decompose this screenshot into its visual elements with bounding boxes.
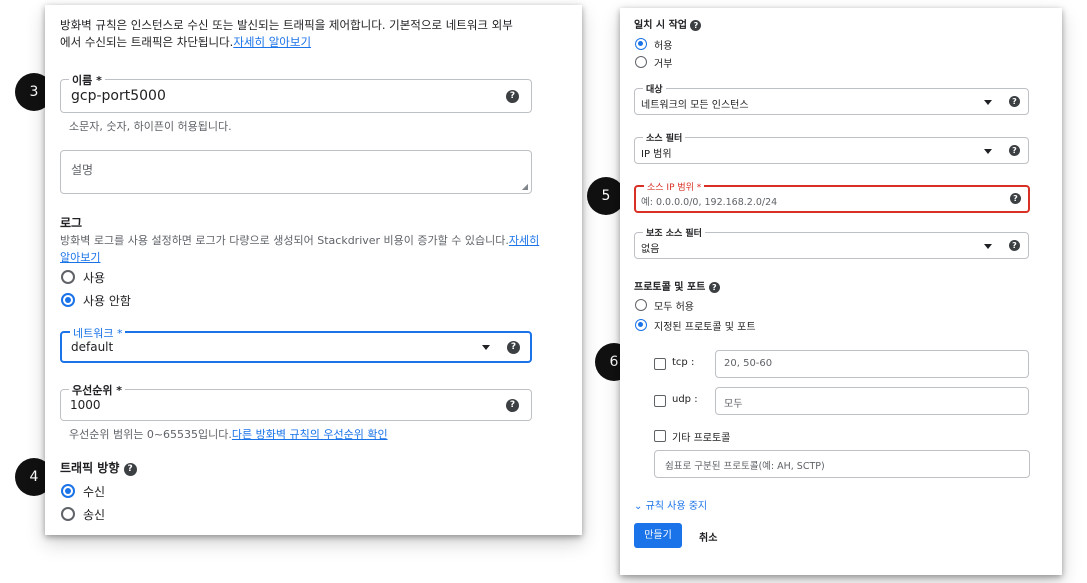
udp-ports-input[interactable]: 모두 [715,387,1029,415]
priority-check-link[interactable]: 다른 방화벽 규칙의 우선순위 확인 [232,428,388,441]
log-desc-text: 방화벽 로그를 사용 설정하면 로그가 다량으로 생성되어 Stackdrive… [60,234,509,247]
help-icon[interactable]: ? [506,399,519,412]
help-icon[interactable]: ? [1009,96,1020,107]
log-on-label: 사용 [83,271,106,285]
chevron-down-icon: ⌄ [634,501,643,512]
log-off-radio[interactable] [61,293,75,307]
other-protocols-label: 기타 프로토콜 [672,433,731,444]
other-protocols-placeholder: 쉼표로 구분된 프로토콜(예: AH, SCTP) [665,461,825,472]
description-placeholder: 설명 [71,163,94,177]
log-heading: 로그 [60,216,83,230]
target-select[interactable]: 대상 네트워크의 모든 인스턴스 ? [634,82,1029,115]
proto-heading-text: 프로토콜 및 포트 [634,282,706,293]
source-ip-range-label: 소스 IP 범위 * [644,180,705,193]
help-icon[interactable]: ? [690,20,702,31]
help-icon[interactable]: ? [1010,193,1021,204]
action-allow-radio[interactable] [635,38,647,50]
name-field-value[interactable]: gcp-port5000 [71,88,166,104]
intro-line-2-wrap: 에서 수신되는 트래픽은 차단됩니다.자세히 알아보기 [60,34,570,51]
action-heading-text: 일치 시 작업 [634,20,687,31]
resize-handle-icon[interactable]: ◢ [522,182,528,191]
action-deny-label: 거부 [654,59,673,70]
direction-heading-text: 트래픽 방향 [60,461,120,475]
create-button[interactable]: 만들기 [634,523,682,548]
intro-text: 방화벽 규칙은 인스턴스로 수신 또는 발신되는 트래픽을 제어합니다. 기본적… [60,17,570,51]
disable-rule-toggle[interactable]: ⌄ 규칙 사용 중지 [634,497,707,512]
log-on-radio[interactable] [61,270,75,284]
name-field-label: 이름 * [69,72,105,88]
log-learn-more-link-cont[interactable]: 알아보기 [60,249,100,265]
network-select-value: default [71,340,114,354]
priority-field-label: 우선순위 * [69,382,126,398]
firewall-form-right-panel: 일치 시 작업 ? 허용 거부 대상 네트워크의 모든 인스턴스 ? 소스 필터… [620,8,1062,575]
name-hint: 소문자, 숫자, 하이픈이 허용됩니다. [69,120,232,133]
chevron-down-icon[interactable] [984,149,992,154]
help-icon[interactable]: ? [123,463,137,476]
learn-more-link[interactable]: 자세히 알아보기 [233,35,311,49]
help-icon[interactable]: ? [507,341,520,354]
action-deny-radio[interactable] [635,56,647,68]
tcp-ports-value: 20, 50-60 [724,358,773,369]
direction-ingress-radio[interactable] [61,484,75,498]
action-heading: 일치 시 작업 ? [634,16,702,31]
network-select-label: 네트워크 * [70,325,126,341]
target-select-label: 대상 [643,82,666,95]
other-protocols-input[interactable]: 쉼표로 구분된 프로토콜(예: AH, SCTP) [654,450,1030,478]
help-icon[interactable]: ? [1009,240,1020,251]
chevron-down-icon[interactable] [482,345,490,350]
description-field[interactable]: 설명 ◢ [60,150,532,194]
tcp-checkbox[interactable] [654,358,666,370]
priority-hint: 우선순위 범위는 0~65535입니다.다른 방화벽 규칙의 우선순위 확인 [69,426,388,442]
disable-rule-label: 규칙 사용 중지 [645,501,708,512]
cancel-button[interactable]: 취소 [699,529,717,544]
chevron-down-icon[interactable] [984,100,992,105]
intro-line-1: 방화벽 규칙은 인스턴스로 수신 또는 발신되는 트래픽을 제어합니다. 기본적… [60,18,513,32]
priority-field[interactable]: 우선순위 * 1000 ? [60,382,532,421]
action-allow-label: 허용 [654,41,673,52]
secondary-filter-value: 없음 [641,244,660,255]
direction-egress-radio[interactable] [61,507,75,521]
log-learn-more-link[interactable]: 자세히 [509,234,539,247]
source-filter-value: IP 범위 [641,149,672,160]
secondary-filter-label: 보조 소스 필터 [643,226,705,239]
secondary-source-filter-select[interactable]: 보조 소스 필터 없음 ? [634,226,1029,259]
target-select-value: 네트워크의 모든 인스턴스 [641,100,749,111]
proto-heading: 프로토콜 및 포트 ? [634,278,720,293]
tcp-ports-input[interactable]: 20, 50-60 [715,350,1029,378]
help-icon[interactable]: ? [708,282,720,293]
udp-label: udp : [672,394,698,405]
intro-line-2: 에서 수신되는 트래픽은 차단됩니다. [60,35,234,49]
priority-field-value[interactable]: 1000 [70,398,101,412]
proto-all-radio[interactable] [635,299,647,311]
priority-hint-text: 우선순위 범위는 0~65535입니다. [69,428,232,441]
proto-specified-label: 지정된 프로토콜 및 포트 [654,322,756,333]
direction-ingress-label: 수신 [83,485,106,499]
log-off-label: 사용 안함 [83,294,131,308]
name-field[interactable]: 이름 * gcp-port5000 ? [60,72,532,113]
log-description: 방화벽 로그를 사용 설정하면 로그가 다량으로 생성되어 Stackdrive… [60,234,550,248]
udp-ports-value: 모두 [724,399,743,410]
other-protocols-checkbox[interactable] [654,430,666,442]
source-ip-range-field[interactable]: 소스 IP 범위 * 예: 0.0.0.0/0, 192.168.2.0/24 … [634,180,1030,213]
source-ip-range-placeholder: 예: 0.0.0.0/0, 192.168.2.0/24 [641,197,778,208]
chevron-down-icon[interactable] [984,244,992,249]
direction-egress-label: 송신 [83,508,106,522]
direction-heading: 트래픽 방향 ? [60,459,137,477]
proto-specified-radio[interactable] [635,319,647,331]
firewall-form-left-panel: 방화벽 규칙은 인스턴스로 수신 또는 발신되는 트래픽을 제어합니다. 기본적… [45,5,582,535]
proto-all-label: 모두 허용 [654,302,694,313]
help-icon[interactable]: ? [506,90,519,103]
help-icon[interactable]: ? [1009,145,1020,156]
source-filter-select[interactable]: 소스 필터 IP 범위 ? [634,131,1029,164]
udp-checkbox[interactable] [654,395,666,407]
source-filter-label: 소스 필터 [643,131,686,144]
network-select[interactable]: 네트워크 * default ? [60,325,532,363]
tcp-label: tcp : [672,357,695,368]
